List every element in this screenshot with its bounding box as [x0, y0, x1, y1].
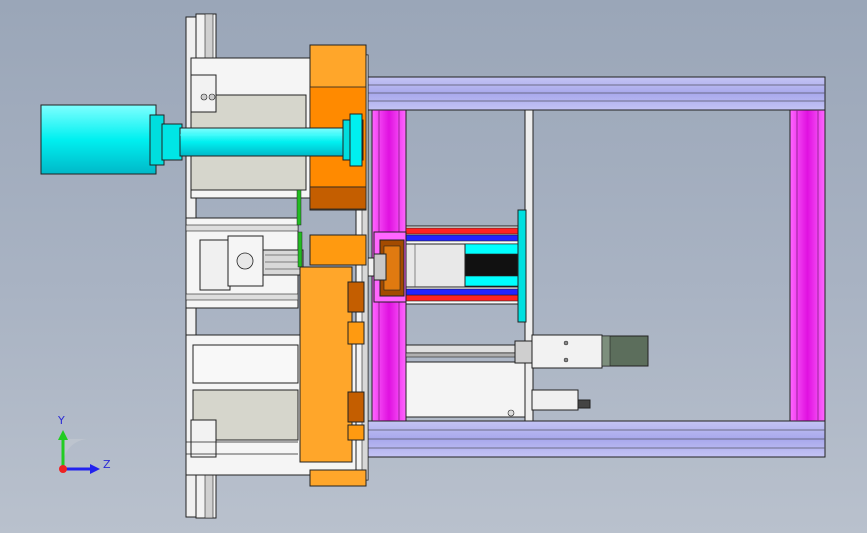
- orange-block-bottom: [299, 266, 353, 463]
- red-rail-top: [405, 227, 523, 235]
- y-axis-label: Y: [57, 414, 65, 427]
- gripper-block: [199, 239, 231, 291]
- cylinder-body: [531, 334, 603, 369]
- z-axis-label: Z: [103, 458, 111, 471]
- blue-rail-bottom: [405, 288, 523, 296]
- red-rail-bottom: [405, 294, 523, 302]
- cad-viewport[interactable]: Y Z: [0, 0, 867, 533]
- axis-triad: Y Z: [57, 414, 111, 474]
- orange-blocks: [299, 44, 367, 487]
- servo-motor: [40, 104, 157, 175]
- green-guide-rod: [296, 189, 302, 226]
- frame-right-post: [789, 109, 826, 422]
- blue-rail-top: [405, 234, 523, 242]
- ball-screw-shaft: [179, 127, 346, 157]
- triad-origin: [59, 465, 67, 473]
- frame-top-beam: [367, 76, 826, 111]
- cad-drawing: Y Z: [40, 13, 826, 519]
